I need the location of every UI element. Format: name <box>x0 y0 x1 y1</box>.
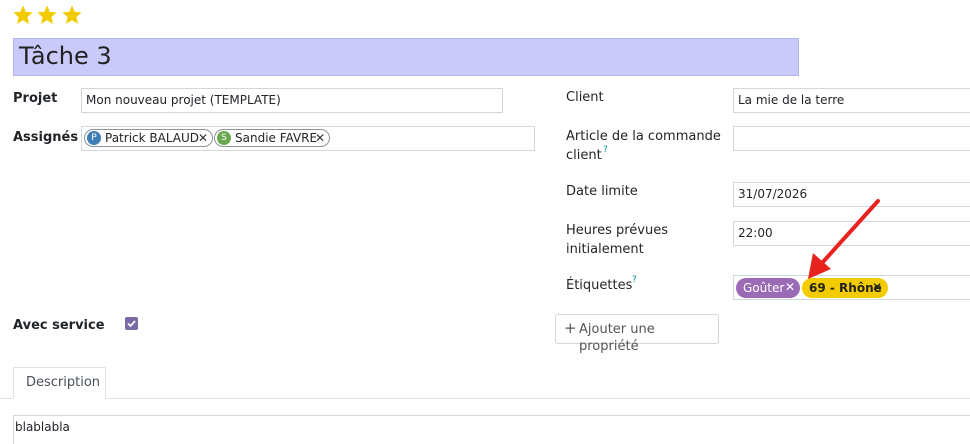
order-line-label-2: client <box>566 148 602 163</box>
tab-description[interactable]: Description <box>13 367 106 399</box>
deadline-value: 31/07/2026 <box>738 187 808 201</box>
avatar: S <box>217 131 231 145</box>
priority-star-icon[interactable] <box>61 4 83 26</box>
planned-hours-label-2: initialement <box>566 242 644 257</box>
project-value: Mon nouveau projet (TEMPLATE) <box>86 93 281 107</box>
assignee-tag: S Sandie FAVRE ✕ <box>214 129 330 147</box>
add-property-label: Ajouter une propriété <box>579 322 655 354</box>
add-property-button[interactable]: + Ajouter une propriété <box>555 314 719 354</box>
tag-badge: Goûter ✕ <box>736 278 800 298</box>
client-label: Client <box>566 90 604 105</box>
checkmark-icon <box>127 320 136 328</box>
client-value: La mie de la terre <box>738 93 845 107</box>
assignees-field[interactable]: P Patrick BALAUD ✕ S Sandie FAVRE ✕ <box>81 126 535 151</box>
avatar: P <box>87 131 101 145</box>
task-title-input[interactable]: Tâche 3 <box>13 38 799 76</box>
assignees-label: Assignés <box>13 130 79 145</box>
tag-name: Goûter <box>743 281 785 295</box>
service-checkbox[interactable] <box>125 317 138 330</box>
help-tooltip-icon[interactable]: ? <box>632 275 637 285</box>
order-line-label: Article de la commande <box>566 129 721 144</box>
help-tooltip-icon[interactable]: ? <box>603 145 608 155</box>
priority-star-icon[interactable] <box>12 4 34 26</box>
remove-tag-icon[interactable]: ✕ <box>785 279 795 296</box>
tags-label: Étiquettes <box>566 278 633 293</box>
service-label: Avec service <box>13 318 105 333</box>
tab-label: Description <box>26 375 101 390</box>
order-line-field[interactable] <box>733 126 970 151</box>
planned-hours-label: Heures prévues <box>566 223 668 238</box>
annotation-arrow-icon <box>808 199 880 279</box>
remove-assignee-icon[interactable]: ✕ <box>315 130 325 146</box>
task-title: Tâche 3 <box>19 42 112 70</box>
description-text: blablabla <box>15 420 70 434</box>
project-label: Projet <box>13 91 58 106</box>
remove-assignee-icon[interactable]: ✕ <box>198 130 208 146</box>
description-editor[interactable]: blablabla <box>13 415 970 444</box>
assignee-name: Sandie FAVRE <box>235 131 318 145</box>
tab-divider <box>0 398 970 399</box>
assignee-tag: P Patrick BALAUD ✕ <box>84 129 213 147</box>
priority-star-icon[interactable] <box>36 4 58 26</box>
deadline-label: Date limite <box>566 184 638 199</box>
assignee-name: Patrick BALAUD <box>105 131 200 145</box>
project-field[interactable]: Mon nouveau projet (TEMPLATE) <box>81 88 503 113</box>
plus-icon: + <box>564 319 577 337</box>
client-field[interactable]: La mie de la terre <box>733 88 970 113</box>
planned-hours-value: 22:00 <box>738 226 773 240</box>
